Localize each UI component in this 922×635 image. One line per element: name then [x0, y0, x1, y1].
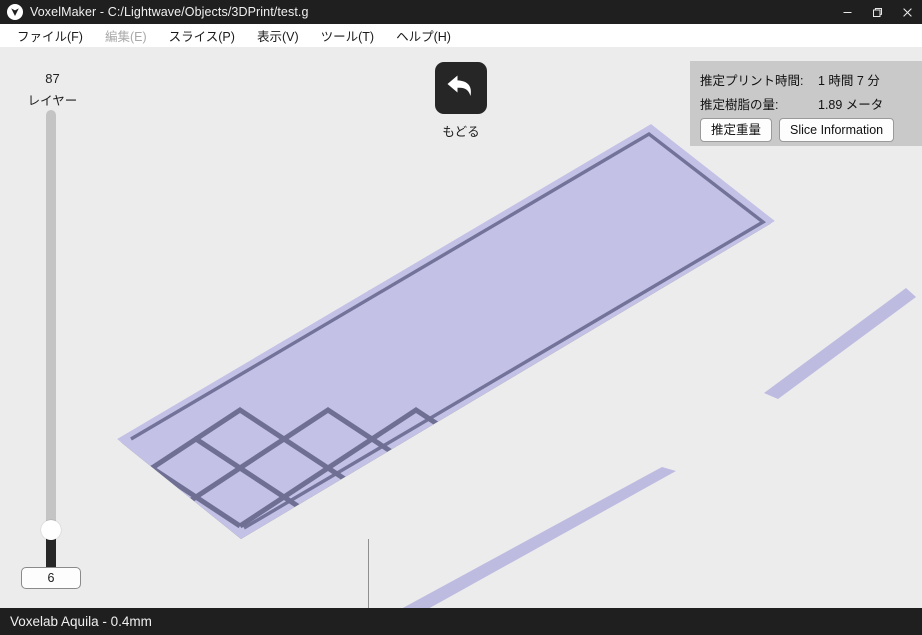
undo-button[interactable]	[435, 62, 487, 114]
print-time-value: 1 時間 7 分	[818, 74, 880, 88]
printer-status-text: Voxelab Aquila - 0.4mm	[10, 614, 152, 629]
voxelmaker-logo-icon	[7, 4, 23, 20]
application-window: VoxelMaker - C:/Lightwave/Objects/3DPrin…	[0, 0, 922, 635]
restore-icon[interactable]	[862, 0, 892, 24]
layer-value-input[interactable]	[21, 567, 81, 589]
slice-info-buttons: 推定重量 Slice Information	[700, 118, 922, 142]
slice-info-panel: 推定プリント時間: 1 時間 7 分 推定樹脂の量: 1.89 メータ 推定重量…	[690, 61, 922, 146]
print-time-row: 推定プリント時間: 1 時間 7 分	[700, 70, 922, 89]
close-icon[interactable]	[892, 0, 922, 24]
resin-amount-row: 推定樹脂の量: 1.89 メータ	[700, 94, 922, 113]
layer-slider-panel: 87 レイヤー	[0, 47, 105, 608]
print-time-label: 推定プリント時間:	[700, 74, 804, 88]
title-bar: VoxelMaker - C:/Lightwave/Objects/3DPrin…	[0, 0, 922, 24]
minimize-icon[interactable]	[832, 0, 862, 24]
menu-item-help[interactable]: ヘルプ(H)	[387, 24, 460, 47]
estimated-weight-button[interactable]: 推定重量	[700, 118, 773, 142]
undo-control: もどる	[435, 62, 487, 140]
slice-information-button[interactable]: Slice Information	[779, 118, 895, 142]
layer-slider-handle[interactable]	[41, 520, 61, 540]
layer-slider-track[interactable]	[46, 110, 56, 560]
menu-item-slice[interactable]: スライス(P)	[160, 24, 244, 47]
menu-bar: ファイル(F) 編集(E) スライス(P) 表示(V) ツール(T) ヘルプ(H…	[0, 24, 922, 48]
layer-count-value: 87	[45, 71, 60, 86]
menu-item-file[interactable]: ファイル(F)	[8, 24, 92, 47]
layer-count-label: レイヤー	[27, 94, 78, 108]
menu-item-edit: 編集(E)	[104, 30, 147, 44]
status-bar: Voxelab Aquila - 0.4mm	[0, 608, 922, 635]
resin-amount-label: 推定樹脂の量:	[700, 98, 779, 112]
resin-amount-value: 1.89 メータ	[818, 98, 884, 112]
undo-button-label: もどる	[442, 125, 480, 139]
menu-item-view[interactable]: 表示(V)	[248, 24, 308, 47]
menu-item-tools[interactable]: ツール(T)	[312, 24, 383, 47]
window-title: VoxelMaker - C:/Lightwave/Objects/3DPrin…	[30, 5, 309, 19]
undo-arrow-icon	[445, 71, 477, 106]
